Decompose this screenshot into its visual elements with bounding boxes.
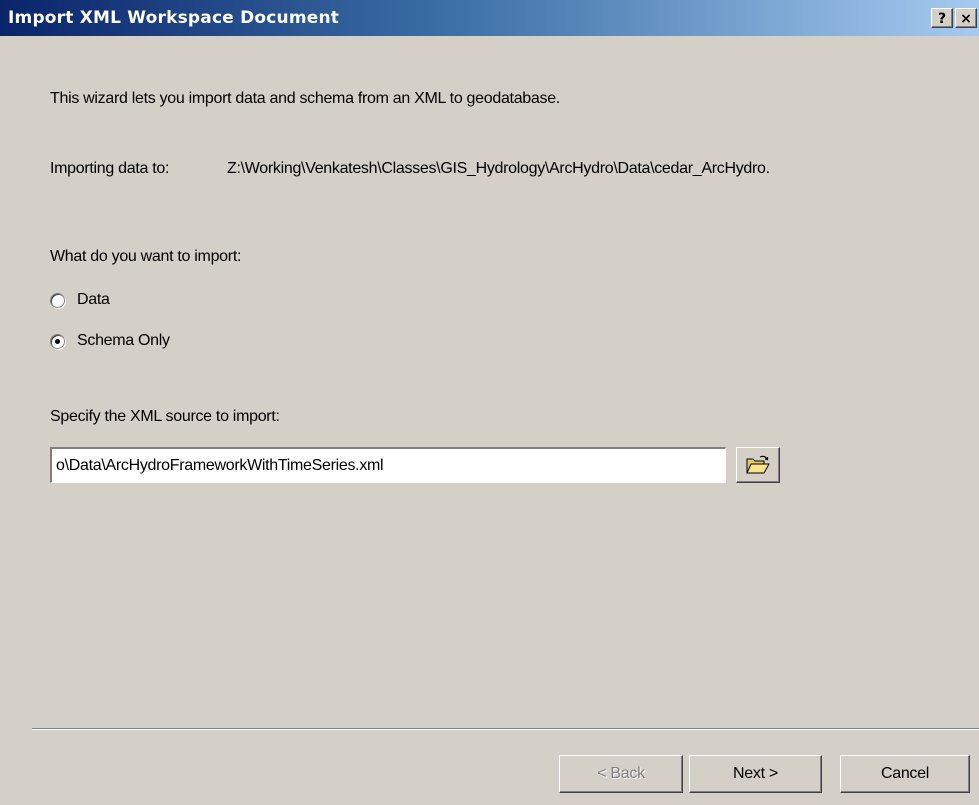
window-title: Import XML Workspace Document	[8, 8, 340, 28]
radio-data-label[interactable]: Data	[77, 291, 110, 309]
radio-schema-only[interactable]: Schema Only	[50, 330, 170, 352]
next-button[interactable]: Next >	[689, 755, 822, 793]
radio-schema-only-label[interactable]: Schema Only	[77, 332, 170, 350]
back-button[interactable]: < Back	[559, 755, 683, 793]
source-label: Specify the XML source to import:	[50, 408, 280, 425]
importing-path: Z:\Working\Venkatesh\Classes\GIS_Hydrolo…	[227, 160, 770, 177]
radio-data[interactable]: Data	[50, 289, 110, 311]
import-question: What do you want to import:	[50, 248, 242, 265]
radio-schema-only-circle[interactable]	[50, 333, 65, 349]
title-bar[interactable]: Import XML Workspace Document ? ×	[0, 0, 979, 36]
cancel-button[interactable]: Cancel	[840, 755, 970, 793]
footer-separator	[32, 728, 979, 730]
browse-button[interactable]	[736, 447, 780, 483]
importing-label: Importing data to:	[50, 160, 170, 177]
help-button[interactable]: ?	[931, 8, 953, 28]
intro-text: This wizard lets you import data and sch…	[50, 90, 560, 107]
open-folder-icon	[746, 455, 770, 474]
import-xml-dialog: Import XML Workspace Document ? × This w…	[0, 0, 979, 805]
xml-source-input[interactable]	[50, 447, 726, 483]
close-button[interactable]: ×	[955, 8, 977, 28]
radio-data-circle[interactable]	[50, 292, 65, 308]
